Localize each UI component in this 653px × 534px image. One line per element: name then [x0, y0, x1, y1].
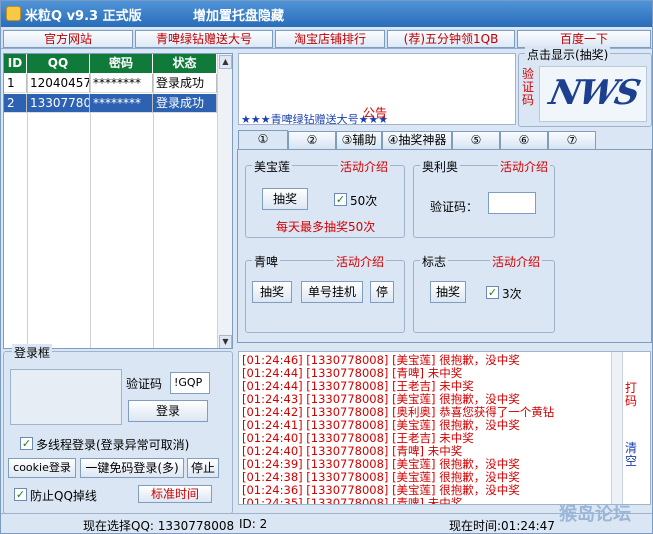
cell-password: ******** — [90, 74, 153, 93]
log-scrollbar[interactable] — [611, 352, 623, 504]
table-scrollbar[interactable]: ▲ ▼ — [217, 54, 232, 348]
selected-qq-status: 现在选择QQ: 1330778008 — [83, 519, 235, 533]
tab-5[interactable]: ⑤ — [452, 131, 500, 149]
free-code-login-button[interactable]: 一键免码登录(多) — [80, 458, 184, 478]
group-olay: 奥利奥 活动介绍 验证码： — [413, 158, 555, 238]
olay-captcha-input[interactable] — [488, 192, 536, 214]
cell-id: 2 — [4, 94, 27, 113]
cell-status: 登录成功 — [153, 74, 217, 93]
qr-display-area — [10, 369, 122, 425]
captcha-panel-label: 验证码 — [522, 67, 535, 107]
notice-banner: ★★★青啤绿钻赠送大号★★★ 公告 — [238, 53, 516, 125]
activity-intro-link[interactable]: 活动介绍 — [498, 158, 551, 175]
login-button[interactable]: 登录 — [128, 400, 208, 422]
stop-button[interactable]: 停 — [370, 281, 394, 303]
cell-password: ******** — [90, 94, 153, 113]
captcha-input[interactable]: !GQP — [170, 372, 210, 394]
draw-button[interactable]: 抽奖 — [430, 281, 466, 303]
column-divider — [27, 73, 28, 348]
standard-time-button[interactable]: 标准时间 — [138, 485, 212, 503]
title-bar: 米粒Q v9.3 正式版 增加置托盘隐藏 — [1, 1, 652, 27]
group-beer: 青啤 活动介绍 抽奖 单号挂机 停 — [245, 253, 405, 333]
column-header-password[interactable]: 密码 — [90, 54, 153, 73]
account-table[interactable]: ID QQ 密码 状态 1 12040457 ******** 登录成功 2 1… — [3, 53, 233, 349]
column-divider — [90, 73, 91, 348]
tab-2[interactable]: ② — [288, 131, 336, 149]
group-title: 奥利奥 — [420, 158, 461, 175]
scroll-down-arrow-icon[interactable]: ▼ — [219, 335, 232, 348]
forum-watermark: 猴岛论坛 — [559, 504, 631, 525]
times-label: 50次 — [350, 194, 378, 208]
column-header-qq[interactable]: QQ — [27, 54, 90, 73]
current-time-status: 现在时间:01:24:47 — [449, 519, 555, 533]
table-header: ID QQ 密码 状态 — [4, 54, 217, 73]
clear-log-link[interactable]: 清空 — [625, 442, 639, 468]
draw-button[interactable]: 抽奖 — [262, 188, 308, 210]
tab-6[interactable]: ⑥ — [500, 131, 548, 149]
prevent-drop-checkbox[interactable]: ✓ — [14, 488, 27, 501]
captcha-panel-legend: 点击显示(抽奖) — [525, 46, 611, 63]
nav-qb-offer[interactable]: (荐)五分钟领1QB — [387, 30, 515, 48]
captcha-label: 验证码 — [126, 377, 163, 391]
window-subtitle: 增加置托盘隐藏 — [193, 9, 285, 24]
log-line: [01:24:35] [1330778008] [青啤] 未中奖 — [242, 496, 463, 505]
single-hang-button[interactable]: 单号挂机 — [301, 281, 363, 303]
group-meibaolian: 美宝莲 活动介绍 抽奖 ✓ 50次 每天最多抽奖50次 — [245, 158, 405, 238]
nav-official-site[interactable]: 官方网站 — [3, 30, 133, 48]
log-panel[interactable]: [01:24:46] [1330778008] [美宝莲] 很抱歉，没中奖 [0… — [238, 351, 651, 505]
login-legend: 登录框 — [12, 344, 53, 361]
times-checkbox[interactable]: ✓ — [334, 193, 347, 206]
captcha-panel: 点击显示(抽奖) 验证码 NWS — [518, 46, 652, 127]
activity-intro-link[interactable]: 活动介绍 — [338, 158, 391, 175]
multithread-checkbox[interactable]: ✓ — [20, 437, 33, 450]
cell-qq: 12040457 — [27, 74, 90, 93]
print-code-link[interactable]: 打码 — [625, 382, 639, 408]
column-header-status[interactable]: 状态 — [153, 54, 217, 73]
app-icon — [6, 6, 21, 21]
column-header-id[interactable]: ID — [4, 54, 27, 73]
cookie-login-button[interactable]: cookie登录 — [8, 458, 76, 478]
group-logo: 标志 活动介绍 抽奖 ✓ 3次 — [413, 253, 555, 333]
stop-login-button[interactable]: 停止 — [187, 458, 219, 478]
tab-panel: 美宝莲 活动介绍 抽奖 ✓ 50次 每天最多抽奖50次 奥利奥 活动介绍 验证码… — [237, 149, 652, 343]
multithread-label: 多线程登录(登录异常可取消) — [36, 438, 190, 452]
login-group: 登录框 验证码 !GQP 登录 ✓ 多线程登录(登录异常可取消) cookie登… — [3, 344, 233, 514]
cell-status: 登录成功 — [153, 94, 217, 113]
scroll-up-arrow-icon[interactable]: ▲ — [219, 55, 232, 69]
tab-7[interactable]: ⑦ — [548, 131, 596, 149]
captcha-image-text: NWS — [545, 73, 643, 113]
selected-id-status: ID: 2 — [239, 517, 268, 531]
captcha-image[interactable]: NWS — [539, 66, 647, 122]
daily-limit-note: 每天最多抽奖50次 — [276, 220, 376, 234]
times-checkbox[interactable]: ✓ — [486, 286, 499, 299]
status-bar: 现在选择QQ: 1330778008 ID: 2 现在时间:01:24:47 猴… — [1, 504, 652, 533]
draw-button[interactable]: 抽奖 — [252, 281, 292, 303]
activity-intro-link[interactable]: 活动介绍 — [334, 253, 387, 270]
feature-tabs: ① ② ③辅助 ④抽奖神器 ⑤ ⑥ ⑦ 美宝莲 活动介绍 抽奖 ✓ 50次 每天… — [237, 130, 652, 343]
group-title: 美宝莲 — [252, 158, 293, 175]
main-window: 米粒Q v9.3 正式版 增加置托盘隐藏 官方网站 青啤绿钻赠送大号 淘宝店铺排… — [0, 0, 653, 534]
captcha-label: 验证码： — [430, 200, 479, 214]
nav-taobao-rank[interactable]: 淘宝店铺排行 — [275, 30, 385, 48]
window-title: 米粒Q v9.3 正式版 — [25, 9, 142, 24]
cell-id: 1 — [4, 74, 27, 93]
nav-beer-diamond[interactable]: 青啤绿钻赠送大号 — [135, 30, 273, 48]
notice-title: 公告 — [363, 106, 388, 120]
times-label: 3次 — [502, 287, 522, 301]
cell-qq: 13307780 — [27, 94, 90, 113]
prevent-drop-label: 防止QQ掉线 — [30, 489, 97, 503]
group-title: 标志 — [420, 253, 449, 270]
column-divider — [153, 73, 154, 348]
tab-3-assist[interactable]: ③辅助 — [336, 131, 382, 149]
tab-1[interactable]: ① — [238, 130, 288, 150]
activity-intro-link[interactable]: 活动介绍 — [490, 253, 543, 270]
group-title: 青啤 — [252, 253, 281, 270]
tab-4-lottery[interactable]: ④抽奖神器 — [382, 131, 452, 149]
